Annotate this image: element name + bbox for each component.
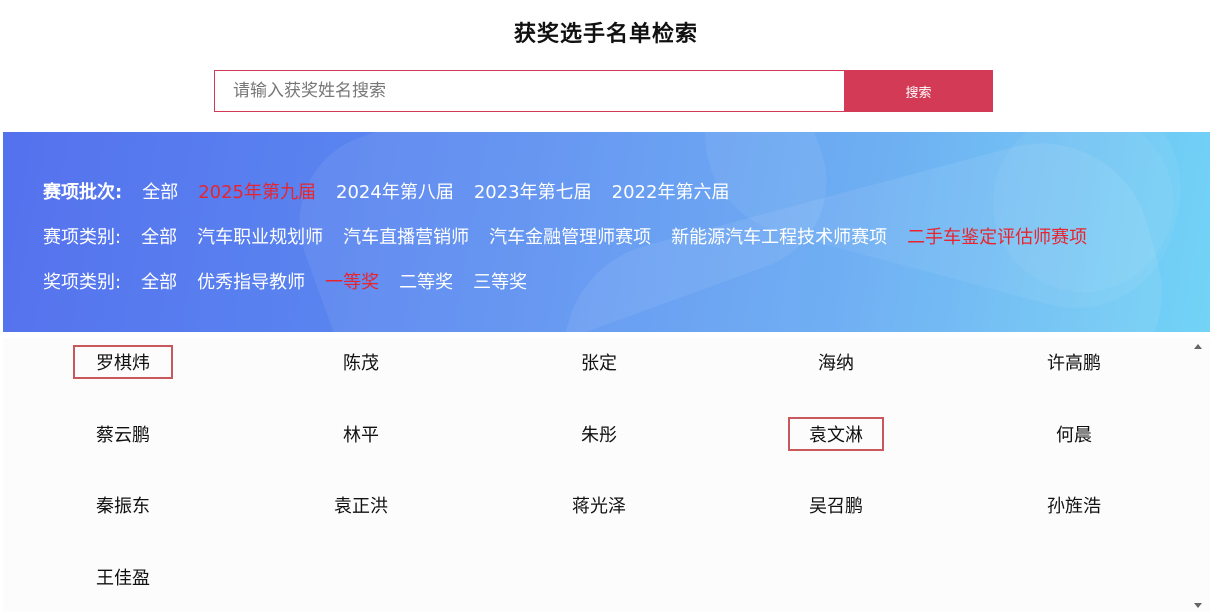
filter-banner: 赛项批次: 全部 2025年第九届 2024年第八届 2023年第七届 2022… xyxy=(3,132,1210,332)
filter-row-batch: 赛项批次: 全部 2025年第九届 2024年第八届 2023年第七届 2022… xyxy=(43,176,749,206)
winner-name[interactable]: 吴召鹏 xyxy=(776,488,896,522)
filter-option-category-finance[interactable]: 汽车金融管理师赛项 xyxy=(489,223,651,249)
winner-name[interactable]: 朱彤 xyxy=(539,417,659,451)
filter-option-batch-2022[interactable]: 2022年第六届 xyxy=(612,178,730,204)
filter-option-award-third[interactable]: 三等奖 xyxy=(473,268,527,294)
winner-name[interactable]: 王佳盈 xyxy=(63,560,183,594)
winner-name[interactable]: 蔡云鹏 xyxy=(63,417,183,451)
filter-option-category-used-car[interactable]: 二手车鉴定评估师赛项 xyxy=(907,223,1087,249)
filter-label-batch: 赛项批次: xyxy=(43,182,123,203)
winner-name[interactable]: 秦振东 xyxy=(63,488,183,522)
results-scrollbar[interactable] xyxy=(1191,338,1207,612)
winner-name[interactable]: 何晨 xyxy=(1014,417,1134,451)
filter-row-category: 赛项类别: 全部 汽车职业规划师 汽车直播营销师 汽车金融管理师赛项 新能源汽车… xyxy=(43,221,1107,251)
search-input[interactable] xyxy=(214,70,844,112)
winner-name[interactable]: 海纳 xyxy=(776,345,896,379)
search-bar: 搜索 xyxy=(214,70,993,112)
scroll-down-arrow-icon[interactable] xyxy=(1194,603,1202,608)
winner-name[interactable]: 蒋光泽 xyxy=(539,488,659,522)
winner-name[interactable]: 林平 xyxy=(301,417,421,451)
filter-option-award-instructor[interactable]: 优秀指导教师 xyxy=(197,268,305,294)
winner-name[interactable]: 孙旌浩 xyxy=(1014,488,1134,522)
winner-name[interactable]: 张定 xyxy=(539,345,659,379)
winner-name[interactable]: 陈茂 xyxy=(301,345,421,379)
filter-option-batch-2025[interactable]: 2025年第九届 xyxy=(198,178,316,204)
filter-option-category-all[interactable]: 全部 xyxy=(141,223,177,249)
filter-option-batch-all[interactable]: 全部 xyxy=(142,178,178,204)
filter-option-batch-2024[interactable]: 2024年第八届 xyxy=(336,178,454,204)
results-list: 罗棋炜 陈茂 张定 海纳 许高鹏 蔡云鹏 林平 朱彤 袁文淋 何晨 秦振东 袁正… xyxy=(3,338,1210,612)
filter-option-category-career-planner[interactable]: 汽车职业规划师 xyxy=(197,223,323,249)
filter-option-award-all[interactable]: 全部 xyxy=(141,268,177,294)
filter-label-category: 赛项类别: xyxy=(43,227,122,248)
filter-option-category-live-marketing[interactable]: 汽车直播营销师 xyxy=(343,223,469,249)
winner-name[interactable]: 许高鹏 xyxy=(1014,345,1134,379)
search-button[interactable]: 搜索 xyxy=(844,70,993,112)
filter-option-category-new-energy[interactable]: 新能源汽车工程技术师赛项 xyxy=(671,223,887,249)
winner-name[interactable]: 罗棋炜 xyxy=(73,345,173,379)
filter-option-award-second[interactable]: 二等奖 xyxy=(399,268,453,294)
winner-name[interactable]: 袁正洪 xyxy=(301,488,421,522)
page-title: 获奖选手名单检索 xyxy=(513,22,698,47)
filter-option-award-first[interactable]: 一等奖 xyxy=(325,268,379,294)
filter-option-batch-2023[interactable]: 2023年第七届 xyxy=(474,178,592,204)
scroll-up-arrow-icon[interactable] xyxy=(1194,344,1202,349)
winner-name[interactable]: 袁文淋 xyxy=(788,417,884,451)
filter-label-award: 奖项类别: xyxy=(43,272,122,293)
filter-row-award: 奖项类别: 全部 优秀指导教师 一等奖 二等奖 三等奖 xyxy=(43,266,547,296)
